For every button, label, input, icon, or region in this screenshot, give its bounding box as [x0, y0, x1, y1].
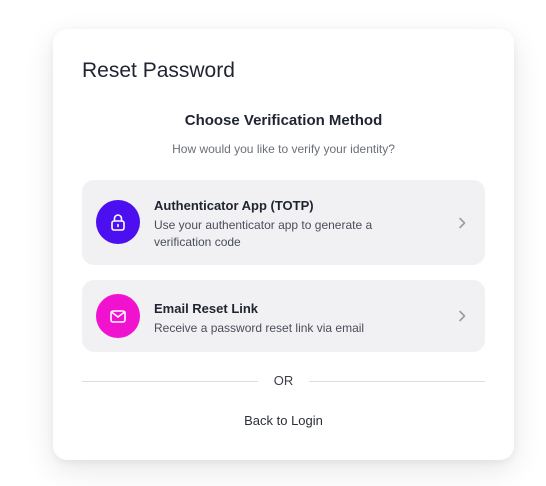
option-title: Authenticator App (TOTP): [154, 198, 314, 213]
chevron-right-icon: [459, 310, 466, 322]
email-link-option-button[interactable]: Email Reset Link Receive a password rese…: [82, 280, 485, 352]
divider-label: OR: [273, 373, 294, 388]
divider-line: [82, 381, 258, 382]
lock-icon: [96, 200, 140, 244]
option-description: Use your authenticator app to generate a…: [154, 218, 373, 249]
section-description: How would you like to verify your identi…: [172, 142, 395, 156]
totp-option-button[interactable]: Authenticator App (TOTP) Use your authen…: [82, 180, 485, 265]
reset-password-card: Reset Password Choose Verification Metho…: [53, 29, 514, 460]
option-title: Email Reset Link: [154, 301, 259, 316]
mail-icon: [96, 294, 140, 338]
page-title: Reset Password: [82, 59, 235, 82]
section-heading: Choose Verification Method: [184, 112, 383, 129]
divider-line: [309, 381, 485, 382]
back-to-login-link[interactable]: Back to Login: [53, 413, 514, 428]
option-description: Receive a password reset link via email: [154, 321, 365, 335]
chevron-right-icon: [459, 217, 466, 229]
